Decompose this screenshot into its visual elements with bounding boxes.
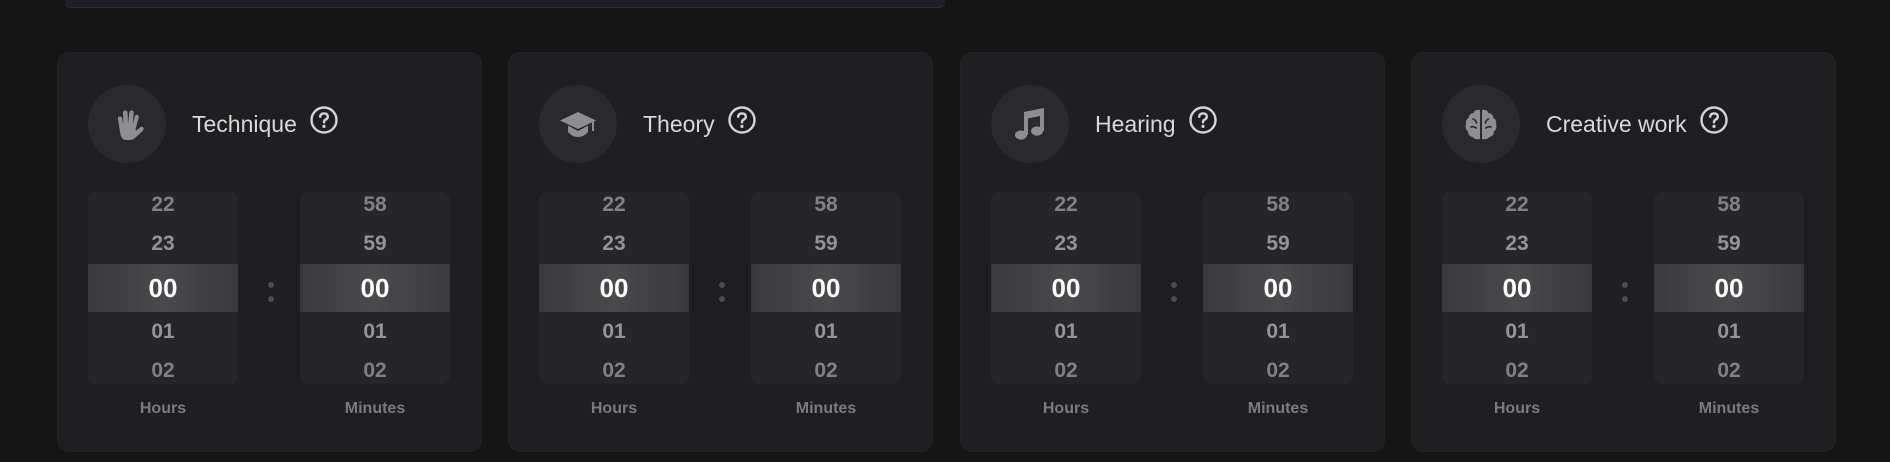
practice-card-hearing: Hearing 22 23 00 01 02 58 59 00 01 02 Ho… — [960, 52, 1385, 452]
graduation-cap-icon — [539, 85, 617, 163]
music-note-icon — [991, 85, 1069, 163]
picker-option[interactable]: 23 — [1442, 224, 1592, 264]
time-separator — [1171, 280, 1177, 304]
picker-option[interactable]: 01 — [1442, 312, 1592, 352]
picker-selected-value[interactable]: 00 — [991, 264, 1141, 312]
picker-option[interactable]: 59 — [1203, 224, 1353, 264]
minutes-picker[interactable]: 58 59 00 01 02 — [300, 192, 450, 384]
picker-option[interactable]: 02 — [539, 358, 689, 384]
minutes-picker[interactable]: 58 59 00 01 02 — [1654, 192, 1804, 384]
practice-card-creative-work: Creative work 22 23 00 01 02 58 59 00 01… — [1411, 52, 1836, 452]
hours-picker[interactable]: 22 23 00 01 02 — [88, 192, 238, 384]
time-separator — [268, 280, 274, 304]
card-header: Theory — [539, 85, 757, 163]
card-title: Theory — [643, 110, 715, 137]
picker-option[interactable]: 01 — [1203, 312, 1353, 352]
picker-option[interactable]: 01 — [751, 312, 901, 352]
hours-label: Hours — [590, 400, 638, 417]
minutes-label: Minutes — [1247, 400, 1309, 417]
card-header: Technique — [88, 85, 339, 163]
minutes-label: Minutes — [1698, 400, 1760, 417]
picker-option[interactable]: 01 — [991, 312, 1141, 352]
picker-option[interactable]: 23 — [991, 224, 1141, 264]
picker-selected-value[interactable]: 00 — [1203, 264, 1353, 312]
top-panel-edge — [65, 0, 945, 8]
picker-option[interactable]: 22 — [88, 192, 238, 218]
picker-selected-value[interactable]: 00 — [751, 264, 901, 312]
picker-option[interactable]: 22 — [991, 192, 1141, 218]
help-icon[interactable] — [1188, 105, 1218, 135]
picker-option[interactable]: 02 — [88, 358, 238, 384]
picker-option[interactable]: 01 — [1654, 312, 1804, 352]
picker-option[interactable]: 58 — [1654, 192, 1804, 218]
minutes-label: Minutes — [795, 400, 857, 417]
card-title: Creative work — [1546, 110, 1687, 137]
picker-option[interactable]: 01 — [539, 312, 689, 352]
card-title: Hearing — [1095, 110, 1176, 137]
help-icon[interactable] — [309, 105, 339, 135]
picker-option[interactable]: 02 — [751, 358, 901, 384]
picker-selected-value[interactable]: 00 — [1654, 264, 1804, 312]
hours-picker[interactable]: 22 23 00 01 02 — [991, 192, 1141, 384]
picker-selected-value[interactable]: 00 — [539, 264, 689, 312]
picker-option[interactable]: 02 — [1442, 358, 1592, 384]
hours-picker[interactable]: 22 23 00 01 02 — [539, 192, 689, 384]
minutes-label: Minutes — [344, 400, 406, 417]
help-icon[interactable] — [1699, 105, 1729, 135]
picker-option[interactable]: 23 — [88, 224, 238, 264]
hours-label: Hours — [1493, 400, 1541, 417]
picker-option[interactable]: 59 — [1654, 224, 1804, 264]
picker-option[interactable]: 59 — [751, 224, 901, 264]
picker-selected-value[interactable]: 00 — [300, 264, 450, 312]
hand-icon — [88, 85, 166, 163]
hours-picker[interactable]: 22 23 00 01 02 — [1442, 192, 1592, 384]
picker-option[interactable]: 23 — [539, 224, 689, 264]
time-separator — [1622, 280, 1628, 304]
picker-option[interactable]: 01 — [300, 312, 450, 352]
card-header: Creative work — [1442, 85, 1729, 163]
hours-label: Hours — [139, 400, 187, 417]
picker-selected-value[interactable]: 00 — [1442, 264, 1592, 312]
picker-option[interactable]: 01 — [88, 312, 238, 352]
time-separator — [719, 280, 725, 304]
hours-label: Hours — [1042, 400, 1090, 417]
help-icon[interactable] — [727, 105, 757, 135]
card-title: Technique — [192, 110, 297, 137]
practice-card-theory: Theory 22 23 00 01 02 58 59 00 01 02 Hou… — [508, 52, 933, 452]
picker-option[interactable]: 22 — [539, 192, 689, 218]
picker-option[interactable]: 02 — [1654, 358, 1804, 384]
card-header: Hearing — [991, 85, 1218, 163]
picker-option[interactable]: 02 — [300, 358, 450, 384]
picker-option[interactable]: 58 — [300, 192, 450, 218]
picker-option[interactable]: 02 — [991, 358, 1141, 384]
picker-option[interactable]: 59 — [300, 224, 450, 264]
brain-icon — [1442, 85, 1520, 163]
minutes-picker[interactable]: 58 59 00 01 02 — [751, 192, 901, 384]
picker-option[interactable]: 58 — [751, 192, 901, 218]
picker-selected-value[interactable]: 00 — [88, 264, 238, 312]
picker-option[interactable]: 58 — [1203, 192, 1353, 218]
picker-option[interactable]: 22 — [1442, 192, 1592, 218]
practice-card-technique: Technique 22 23 00 01 02 58 59 00 01 02 … — [57, 52, 482, 452]
picker-option[interactable]: 02 — [1203, 358, 1353, 384]
minutes-picker[interactable]: 58 59 00 01 02 — [1203, 192, 1353, 384]
